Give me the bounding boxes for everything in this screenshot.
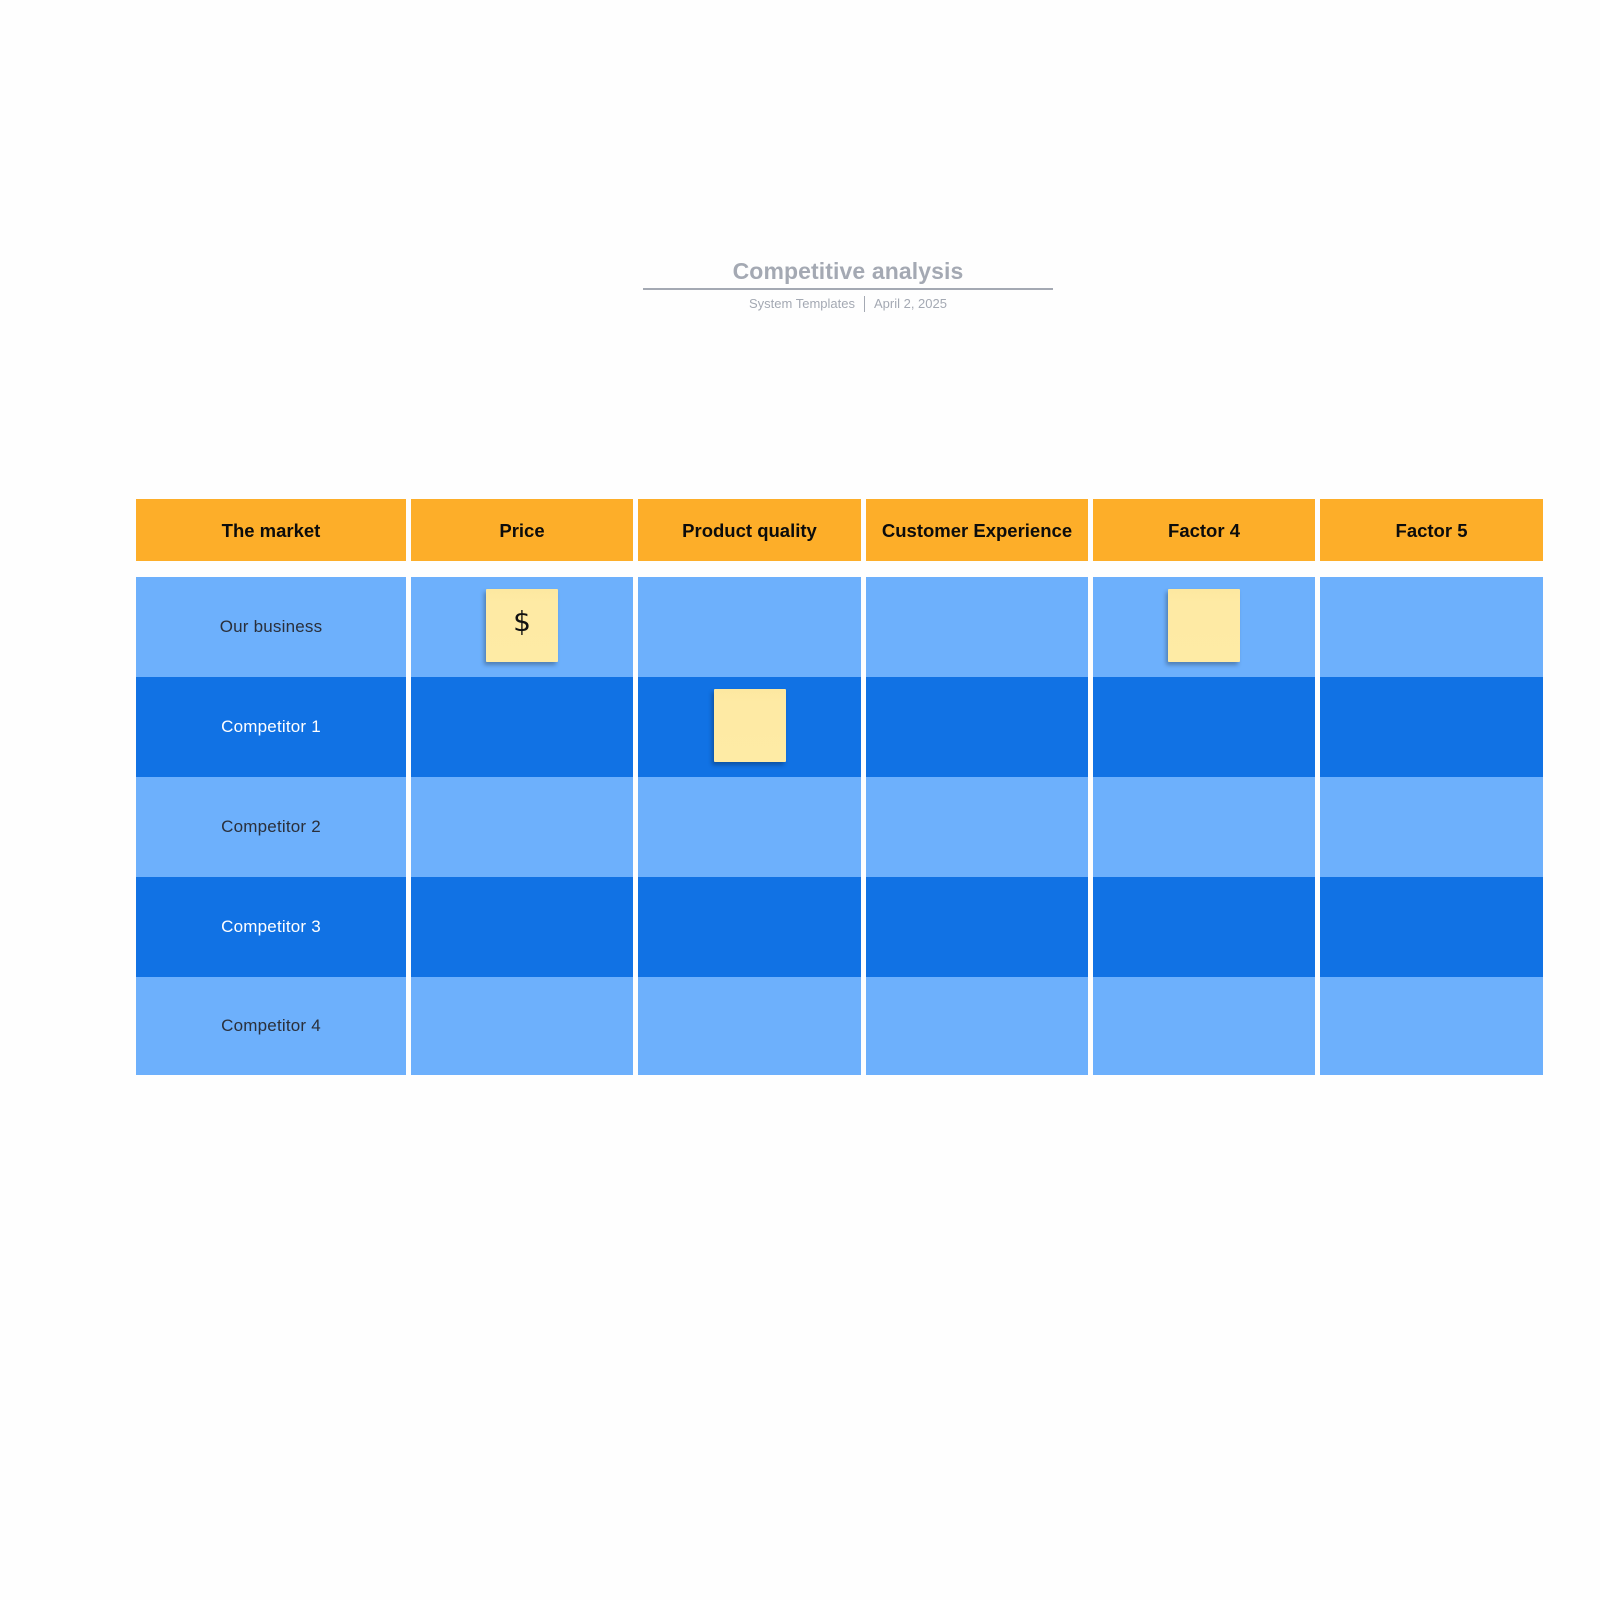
document-meta: System Templates April 2, 2025	[643, 296, 1053, 312]
table-row-competitor-4: Competitor 4	[136, 977, 1543, 1075]
cell-customer-experience[interactable]	[866, 577, 1088, 677]
cell-factor-4[interactable]	[1093, 977, 1315, 1075]
cell-factor-5[interactable]	[1320, 977, 1543, 1075]
sticky-note-dollar[interactable]: $	[486, 589, 558, 662]
table-row-competitor-2: Competitor 2	[136, 777, 1543, 877]
cell-product-quality[interactable]	[638, 977, 861, 1075]
cell-price[interactable]	[411, 977, 633, 1075]
header-factor-5[interactable]: Factor 5	[1320, 499, 1543, 561]
cell-price[interactable]: $	[411, 577, 633, 677]
meta-separator	[863, 296, 865, 312]
cell-price[interactable]	[411, 677, 633, 777]
cell-customer-experience[interactable]	[866, 877, 1088, 977]
table-row-competitor-3: Competitor 3	[136, 877, 1543, 977]
row-label-cell[interactable]: Competitor 3	[136, 877, 406, 977]
competitive-analysis-table: The market Price Product quality Custome…	[136, 499, 1543, 1075]
header-customer-experience[interactable]: Customer Experience	[866, 499, 1088, 561]
cell-product-quality[interactable]	[638, 777, 861, 877]
cell-customer-experience[interactable]	[866, 977, 1088, 1075]
header-product-quality[interactable]: Product quality	[638, 499, 861, 561]
cell-price[interactable]	[411, 777, 633, 877]
document-date: April 2, 2025	[873, 296, 947, 311]
row-label: Competitor 1	[221, 717, 321, 736]
dollar-sign: $	[513, 605, 531, 638]
cell-factor-5[interactable]	[1320, 877, 1543, 977]
document-title-block: Competitive analysis System Templates Ap…	[643, 255, 1053, 312]
document-author: System Templates	[749, 296, 855, 311]
document-title[interactable]: Competitive analysis	[643, 255, 1053, 290]
table-header-row: The market Price Product quality Custome…	[136, 499, 1543, 561]
row-label: Competitor 4	[221, 1016, 321, 1035]
sticky-note-empty[interactable]	[1168, 589, 1240, 662]
row-label-cell[interactable]: Our business	[136, 577, 406, 677]
cell-factor-4[interactable]	[1093, 577, 1315, 677]
cell-customer-experience[interactable]	[866, 677, 1088, 777]
row-label-cell[interactable]: Competitor 4	[136, 977, 406, 1075]
header-price[interactable]: Price	[411, 499, 633, 561]
row-label-cell[interactable]: Competitor 1	[136, 677, 406, 777]
sticky-note-empty[interactable]	[713, 689, 786, 762]
cell-product-quality[interactable]	[638, 877, 861, 977]
cell-factor-4[interactable]	[1093, 777, 1315, 877]
cell-factor-4[interactable]	[1093, 677, 1315, 777]
cell-price[interactable]	[411, 877, 633, 977]
header-factor-4[interactable]: Factor 4	[1093, 499, 1315, 561]
row-label: Competitor 3	[221, 917, 321, 936]
cell-factor-5[interactable]	[1320, 677, 1543, 777]
row-label: Our business	[219, 617, 323, 636]
header-the-market[interactable]: The market	[136, 499, 406, 561]
row-label: Competitor 2	[221, 817, 321, 836]
cell-factor-4[interactable]	[1093, 877, 1315, 977]
table-body: Our business $ Competitor 1 Competitor 2…	[136, 577, 1543, 1075]
cell-factor-5[interactable]	[1320, 577, 1543, 677]
cell-customer-experience[interactable]	[866, 777, 1088, 877]
table-row-our-business: Our business $	[136, 577, 1543, 677]
row-label-cell[interactable]: Competitor 2	[136, 777, 406, 877]
table-row-competitor-1: Competitor 1	[136, 677, 1543, 777]
cell-factor-5[interactable]	[1320, 777, 1543, 877]
cell-product-quality[interactable]	[638, 677, 861, 777]
cell-product-quality[interactable]	[638, 577, 861, 677]
